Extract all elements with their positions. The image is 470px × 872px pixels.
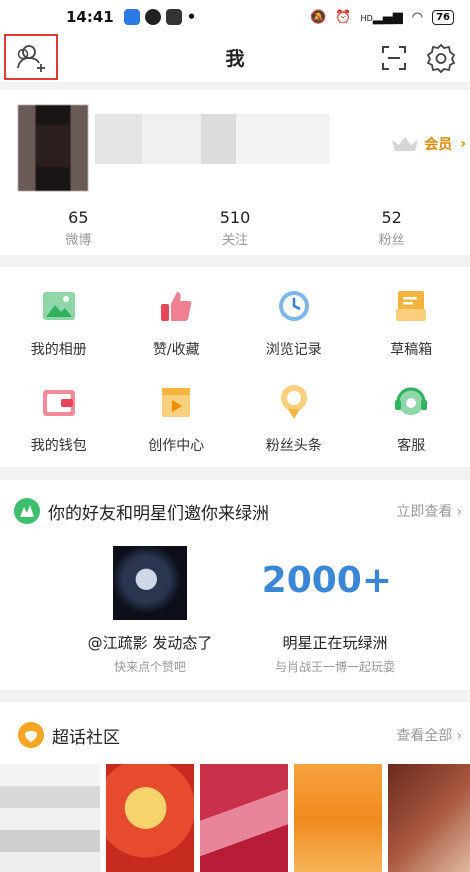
stat-weibo[interactable]: 65 微博 [0, 208, 157, 248]
grid-label: 草稿箱 [390, 342, 433, 358]
top-nav: 我 [0, 34, 470, 82]
oasis-left-caption: @江疏影 发动态了 [87, 634, 213, 652]
app-notification-icon-2 [144, 9, 161, 25]
super-topic-logo-icon [18, 722, 44, 748]
super-topic-thumbnails [0, 764, 470, 872]
oasis-right-subcaption: 与肖战王一博一起玩耍 [274, 660, 395, 674]
wifi-icon: ◠ [411, 9, 424, 25]
chevron-right-icon: › [456, 504, 462, 520]
grid-label: 创作中心 [148, 438, 205, 454]
grid-item-customer-service[interactable]: 客服 [353, 383, 470, 475]
topic-thumbnail[interactable] [388, 764, 470, 872]
super-topic-view-all-link[interactable]: 查看全部 › [396, 725, 462, 745]
chevron-right-icon: › [460, 136, 466, 152]
gear-icon [426, 43, 456, 74]
profile-card[interactable]: 会员 › 65 微博 510 关注 52 粉丝 [0, 90, 470, 255]
topic-thumbnail[interactable] [294, 764, 382, 872]
chevron-right-icon: › [456, 728, 462, 744]
grid-item-drafts[interactable]: 草稿箱 [353, 287, 470, 383]
history-clock-icon [275, 287, 313, 325]
settings-button[interactable] [426, 43, 456, 77]
topic-thumbnail[interactable] [0, 764, 100, 872]
fan-headline-icon [275, 383, 313, 421]
grid-label: 浏览记录 [265, 342, 322, 358]
oasis-logo-icon [14, 498, 40, 524]
photo-album-icon [40, 287, 78, 325]
more-notifications-dot: • [186, 8, 197, 26]
oasis-right-caption: 明星正在玩绿洲 [282, 634, 388, 652]
stat-label: 粉丝 [378, 233, 405, 248]
scan-button[interactable] [380, 44, 408, 76]
stat-number: 65 [68, 208, 89, 227]
app-notification-icon [123, 9, 140, 25]
avatar[interactable] [18, 105, 88, 191]
oasis-left-subcaption: 快来点个赞吧 [113, 660, 186, 674]
topic-thumbnail[interactable] [200, 764, 288, 872]
stat-label: 关注 [222, 233, 249, 248]
customer-service-icon [392, 383, 430, 421]
username-blurred [95, 114, 330, 164]
grid-item-likes[interactable]: 赞/收藏 [118, 287, 236, 383]
grid-item-album[interactable]: 我的相册 [0, 287, 118, 383]
function-grid: 我的相册 赞/收藏 浏览记录 草稿箱 我的钱包 创作中心 粉丝头条 客服 [0, 267, 470, 467]
mute-icon: 🔕 [310, 9, 327, 25]
oasis-header: 你的好友和明星们邀你来绿洲 立即查看 › [14, 498, 462, 524]
stat-followers[interactable]: 52 粉丝 [313, 208, 470, 248]
grid-label: 我的相册 [30, 342, 87, 358]
signal-icon: HD▂▄▆ [360, 9, 403, 25]
grid-item-creator[interactable]: 创作中心 [118, 383, 236, 475]
grid-label: 我的钱包 [30, 438, 87, 454]
grid-label: 客服 [397, 438, 426, 454]
app-notification-icon-3 [165, 9, 182, 25]
drafts-icon [392, 287, 430, 325]
vip-label: 会员 [424, 137, 453, 153]
battery-icon: 76 [432, 9, 454, 25]
oasis-star-count: 2000+ [261, 560, 392, 601]
stat-following[interactable]: 510 关注 [157, 208, 314, 248]
creator-icon [157, 383, 195, 421]
grid-item-history[interactable]: 浏览记录 [235, 287, 353, 383]
oasis-title: 你的好友和明星们邀你来绿洲 [48, 503, 269, 524]
profile-stats: 65 微博 510 关注 52 粉丝 [0, 208, 470, 248]
wallet-icon [40, 383, 78, 421]
scan-icon [382, 46, 406, 70]
status-bar: 14:41 • 🔕 ⏰ HD▂▄▆ ◠ 76 [0, 0, 470, 34]
grid-item-fan-headline[interactable]: 粉丝头条 [235, 383, 353, 475]
status-time: 14:41 [66, 8, 114, 26]
grid-label: 粉丝头条 [265, 438, 322, 454]
super-topic-title: 超话社区 [52, 727, 120, 748]
stat-label: 微博 [65, 233, 92, 248]
oasis-invite-card[interactable]: 你的好友和明星们邀你来绿洲 立即查看 › 2000+ @江疏影 发动态了 快来点个… [0, 480, 470, 690]
oasis-view-now-link[interactable]: 立即查看 › [396, 501, 462, 521]
crown-icon [392, 137, 419, 151]
super-topic-header: 超话社区 查看全部 › [18, 722, 462, 748]
stat-number: 510 [219, 208, 251, 227]
like-icon [157, 287, 195, 325]
topic-thumbnail[interactable] [106, 764, 194, 872]
grid-item-wallet[interactable]: 我的钱包 [0, 383, 118, 475]
stat-number: 52 [381, 208, 402, 227]
vip-entry[interactable]: 会员 › [390, 134, 466, 154]
super-topic-card[interactable]: 超话社区 查看全部 › [0, 702, 470, 872]
alarm-icon: ⏰ [335, 9, 352, 25]
grid-label: 赞/收藏 [152, 342, 200, 358]
